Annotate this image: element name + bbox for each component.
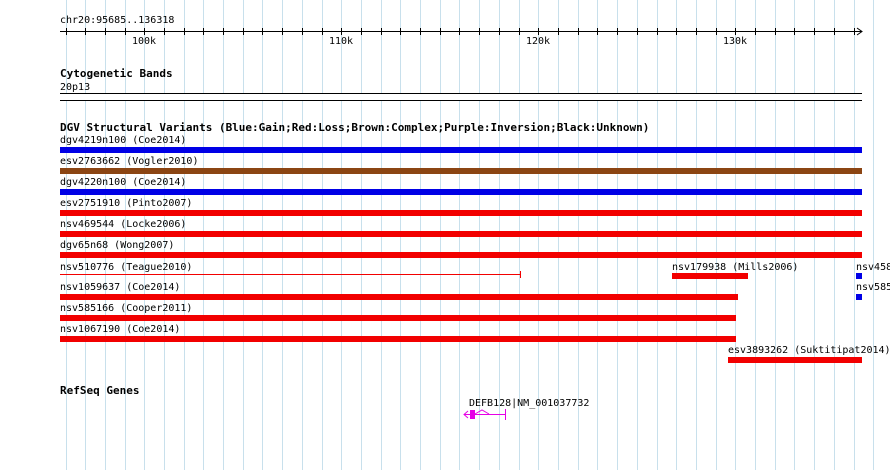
variant-label: nsv585166 (Cooper2011)	[60, 303, 193, 314]
tick-label-130k: 130k	[723, 36, 748, 47]
variant-label: nsv179938 (Mills2006)	[672, 262, 799, 273]
variant-bar-loss[interactable]	[60, 252, 862, 258]
cytoband-track-title: Cytogenetic Bands	[60, 67, 173, 80]
variant-label: esv2763662 (Vogler2010)	[60, 156, 199, 167]
variant-label-truncated: nsv585	[856, 282, 890, 293]
variant-bar-loss[interactable]	[672, 273, 748, 279]
variant-bar-loss[interactable]	[60, 315, 736, 321]
tick-label-120k: 120k	[526, 36, 551, 47]
gene-label: DEFB128|NM_001037732	[469, 398, 590, 409]
variant-label: nsv1067190 (Coe2014)	[60, 324, 181, 335]
variant-bar-gain[interactable]	[60, 189, 862, 195]
tick-label-110k: 110k	[329, 36, 354, 47]
variant-bar-loss[interactable]	[60, 294, 738, 300]
region-label: chr20:95685..136318	[60, 15, 175, 26]
dgv-track-title: DGV Structural Variants (Blue:Gain;Red:L…	[60, 121, 650, 134]
variant-label: nsv510776 (Teague2010)	[60, 262, 193, 273]
variant-bar-loss[interactable]	[60, 210, 862, 216]
variant-bar-loss[interactable]	[60, 231, 862, 237]
variant-label: dgv65n68 (Wong2007)	[60, 240, 175, 251]
variant-bar-complex[interactable]	[60, 168, 862, 174]
variant-bar-gain[interactable]	[856, 294, 862, 300]
refseq-track-title: RefSeq Genes	[60, 384, 140, 397]
variant-label: nsv1059637 (Coe2014)	[60, 282, 181, 293]
variant-label: nsv469544 (Locke2006)	[60, 219, 187, 230]
cytoband-bar[interactable]	[60, 93, 862, 101]
variant-label: esv3893262 (Suktitipat2014)	[728, 345, 890, 356]
tick-label-100k: 100k	[132, 36, 157, 47]
variant-label-truncated: nsv458	[856, 262, 890, 273]
cytoband-label: 20p13	[60, 82, 91, 93]
variant-line-loss[interactable]	[60, 274, 521, 275]
variant-bar-gain[interactable]	[856, 273, 862, 279]
variant-label: dgv4219n100 (Coe2014)	[60, 135, 187, 146]
variant-label: dgv4220n100 (Coe2014)	[60, 177, 187, 188]
variant-bar-loss[interactable]	[60, 336, 736, 342]
variant-line-end-tick	[520, 271, 521, 278]
variant-bar-gain[interactable]	[60, 147, 862, 153]
variant-bar-loss[interactable]	[728, 357, 862, 363]
variant-label: esv2751910 (Pinto2007)	[60, 198, 193, 209]
